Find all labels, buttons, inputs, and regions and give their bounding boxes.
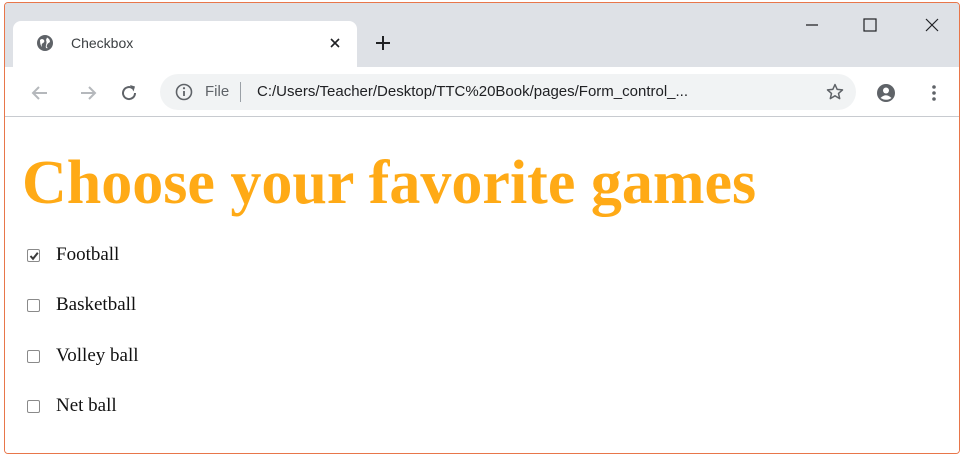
- browser-window: Checkbox File C:/Users/Teacher/Desktop/T…: [4, 2, 960, 454]
- volley-ball-label: Volley ball: [56, 345, 139, 366]
- option-net-ball[interactable]: Net ball: [27, 394, 117, 418]
- volley-ball-checkbox[interactable]: [27, 349, 40, 363]
- maximize-icon[interactable]: [860, 15, 880, 35]
- page-content: Choose your favorite games Football Bask…: [5, 118, 959, 453]
- minimize-icon[interactable]: [802, 15, 822, 35]
- tab-checkbox[interactable]: Checkbox: [13, 21, 357, 67]
- football-label: Football: [56, 244, 120, 265]
- net-ball-label: Net ball: [56, 395, 117, 416]
- page-heading: Choose your favorite games: [22, 149, 757, 217]
- forward-arrow-icon[interactable]: [78, 83, 98, 103]
- football-checkbox[interactable]: [27, 248, 40, 262]
- address-separator: [240, 82, 241, 102]
- back-arrow-icon[interactable]: [30, 83, 50, 103]
- info-icon[interactable]: [175, 83, 193, 101]
- browser-toolbar: File C:/Users/Teacher/Desktop/TTC%20Book…: [5, 67, 959, 117]
- profile-avatar-icon[interactable]: [876, 83, 896, 103]
- option-football[interactable]: Football: [27, 243, 119, 267]
- net-ball-checkbox[interactable]: [27, 399, 40, 413]
- url-text[interactable]: C:/Users/Teacher/Desktop/TTC%20Book/page…: [257, 83, 688, 101]
- option-basketball[interactable]: Basketball: [27, 293, 136, 317]
- close-tab-icon[interactable]: [327, 35, 343, 51]
- url-scheme-label: File: [205, 83, 230, 100]
- address-bar[interactable]: File C:/Users/Teacher/Desktop/TTC%20Book…: [160, 74, 856, 110]
- checkmark-icon: [29, 251, 39, 260]
- option-volley-ball[interactable]: Volley ball: [27, 344, 139, 368]
- bookmark-star-icon[interactable]: [825, 82, 845, 102]
- new-tab-plus-icon[interactable]: [373, 33, 393, 53]
- menu-dots-icon[interactable]: [924, 83, 944, 103]
- globe-icon: [37, 35, 53, 51]
- close-window-icon[interactable]: [922, 15, 942, 35]
- tab-title: Checkbox: [71, 35, 134, 51]
- reload-icon[interactable]: [119, 83, 139, 103]
- tab-strip: Checkbox: [5, 3, 959, 67]
- basketball-checkbox[interactable]: [27, 298, 40, 312]
- basketball-label: Basketball: [56, 294, 137, 315]
